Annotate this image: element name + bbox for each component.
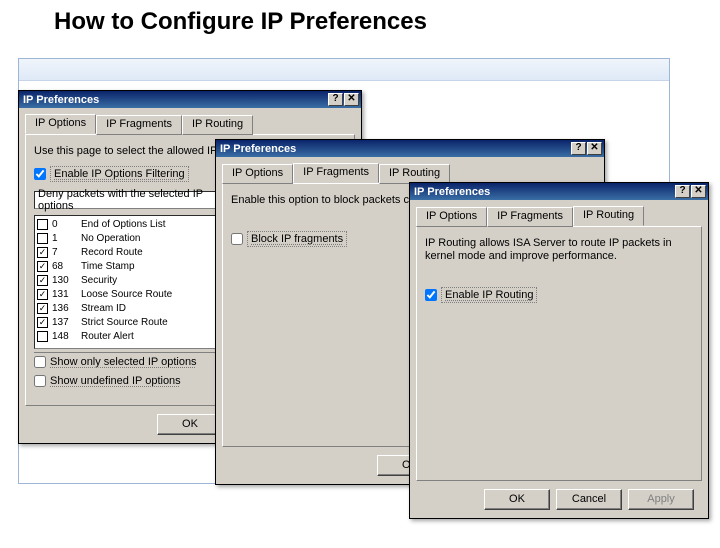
tab-ip-options[interactable]: IP Options [25,114,96,134]
option-description: Time Stamp [81,261,135,272]
show-undefined-checkbox[interactable]: Show undefined IP options [34,375,181,387]
tab-ip-routing[interactable]: IP Routing [379,164,450,184]
titlebar[interactable]: IP Preferences ? ✕ [19,91,361,108]
enable-ip-options-filtering-checkbox[interactable]: Enable IP Options Filtering [34,166,189,182]
option-description: Record Route [81,247,143,258]
option-code: 1 [52,233,58,244]
option-description: End of Options List [81,219,166,230]
list-item[interactable]: 0 [37,217,77,231]
help-button[interactable]: ? [571,142,586,155]
list-item[interactable]: 1 [37,231,77,245]
list-item[interactable]: 7 [37,245,77,259]
titlebar[interactable]: IP Preferences ? ✕ [216,140,604,157]
list-item[interactable]: No Operation [81,231,213,245]
list-item[interactable]: 68 [37,259,77,273]
option-checkbox[interactable] [37,289,48,300]
list-item[interactable]: Time Stamp [81,259,213,273]
option-checkbox[interactable] [37,303,48,314]
tab-ip-fragments[interactable]: IP Fragments [96,115,182,135]
option-code: 131 [52,289,69,300]
tab-ip-routing[interactable]: IP Routing [573,206,644,226]
option-description: Stream ID [81,303,126,314]
show-only-selected-label: Show only selected IP options [50,356,197,368]
option-code: 137 [52,317,69,328]
list-item[interactable]: 137 [37,315,77,329]
option-checkbox[interactable] [37,219,48,230]
list-item[interactable]: Router Alert [81,329,213,343]
option-code: 130 [52,275,69,286]
list-item[interactable]: Strict Source Route [81,315,213,329]
option-description: Security [81,275,117,286]
tab-ip-fragments[interactable]: IP Fragments [487,207,573,227]
dialog-title: IP Preferences [220,143,296,155]
tab-panel-ip-routing: IP Routing allows ISA Server to route IP… [416,226,702,481]
option-checkbox[interactable] [37,233,48,244]
option-checkbox[interactable] [37,261,48,272]
enable-ip-options-filtering-input[interactable] [34,168,46,180]
ok-button[interactable]: OK [157,414,223,435]
block-ip-fragments-label: Block IP fragments [247,231,347,247]
help-button[interactable]: ? [675,185,690,198]
option-checkbox[interactable] [37,317,48,328]
dialog-title: IP Preferences [414,186,490,198]
list-item[interactable]: 130 [37,273,77,287]
option-checkbox[interactable] [37,331,48,342]
titlebar[interactable]: IP Preferences ? ✕ [410,183,708,200]
show-only-selected-checkbox[interactable]: Show only selected IP options [34,356,197,368]
option-checkbox[interactable] [37,275,48,286]
ip-options-listbox[interactable]: 0 1 7 68 130 131 136 137 148 End of Options List… [34,215,230,349]
list-item[interactable]: Loose Source Route [81,287,213,301]
list-item[interactable]: End of Options List [81,217,213,231]
tab-ip-options[interactable]: IP Options [416,207,487,227]
block-ip-fragments-input[interactable] [231,233,243,245]
close-button[interactable]: ✕ [691,185,706,198]
enable-ip-options-filtering-label: Enable IP Options Filtering [50,166,189,182]
option-code: 148 [52,331,69,342]
page-title: How to Configure IP Preferences [54,8,720,36]
option-description: Loose Source Route [81,289,172,300]
help-button[interactable]: ? [328,93,343,106]
ip-preferences-dialog-routing: IP Preferences ? ✕ IP Options IP Fragmen… [409,182,709,519]
block-ip-fragments-checkbox[interactable]: Block IP fragments [231,231,347,247]
list-item[interactable]: Stream ID [81,301,213,315]
close-button[interactable]: ✕ [587,142,602,155]
option-checkbox[interactable] [37,247,48,258]
option-description: No Operation [81,233,140,244]
filter-action-value: Deny packets with the selected IP option… [38,188,216,212]
tab-strip: IP Options IP Fragments IP Routing [25,114,355,134]
close-button[interactable]: ✕ [344,93,359,106]
filter-action-combo[interactable]: Deny packets with the selected IP option… [34,191,230,209]
intro-text: IP Routing allows ISA Server to route IP… [425,237,693,263]
ok-button[interactable]: OK [484,489,550,510]
list-item[interactable]: Record Route [81,245,213,259]
cancel-button[interactable]: Cancel [556,489,622,510]
option-code: 0 [52,219,58,230]
show-only-selected-input[interactable] [34,356,46,368]
tab-ip-options[interactable]: IP Options [222,164,293,184]
dialog-title: IP Preferences [23,94,99,106]
enable-ip-routing-label: Enable IP Routing [441,287,537,303]
enable-ip-routing-input[interactable] [425,289,437,301]
option-code: 7 [52,247,58,258]
list-item[interactable]: 136 [37,301,77,315]
option-code: 136 [52,303,69,314]
show-undefined-label: Show undefined IP options [50,375,181,387]
apply-button[interactable]: Apply [628,489,694,510]
list-item[interactable]: 148 [37,329,77,343]
enable-ip-routing-checkbox[interactable]: Enable IP Routing [425,287,537,303]
tab-strip: IP Options IP Fragments IP Routing [222,163,598,183]
option-code: 68 [52,261,63,272]
show-undefined-input[interactable] [34,375,46,387]
option-description: Strict Source Route [81,317,168,328]
tab-ip-routing[interactable]: IP Routing [182,115,253,135]
tab-ip-fragments[interactable]: IP Fragments [293,163,379,183]
list-item[interactable]: Security [81,273,213,287]
option-description: Router Alert [81,331,134,342]
button-row: OK Cancel Apply [416,489,702,510]
tab-strip: IP Options IP Fragments IP Routing [416,206,702,226]
list-item[interactable]: 131 [37,287,77,301]
